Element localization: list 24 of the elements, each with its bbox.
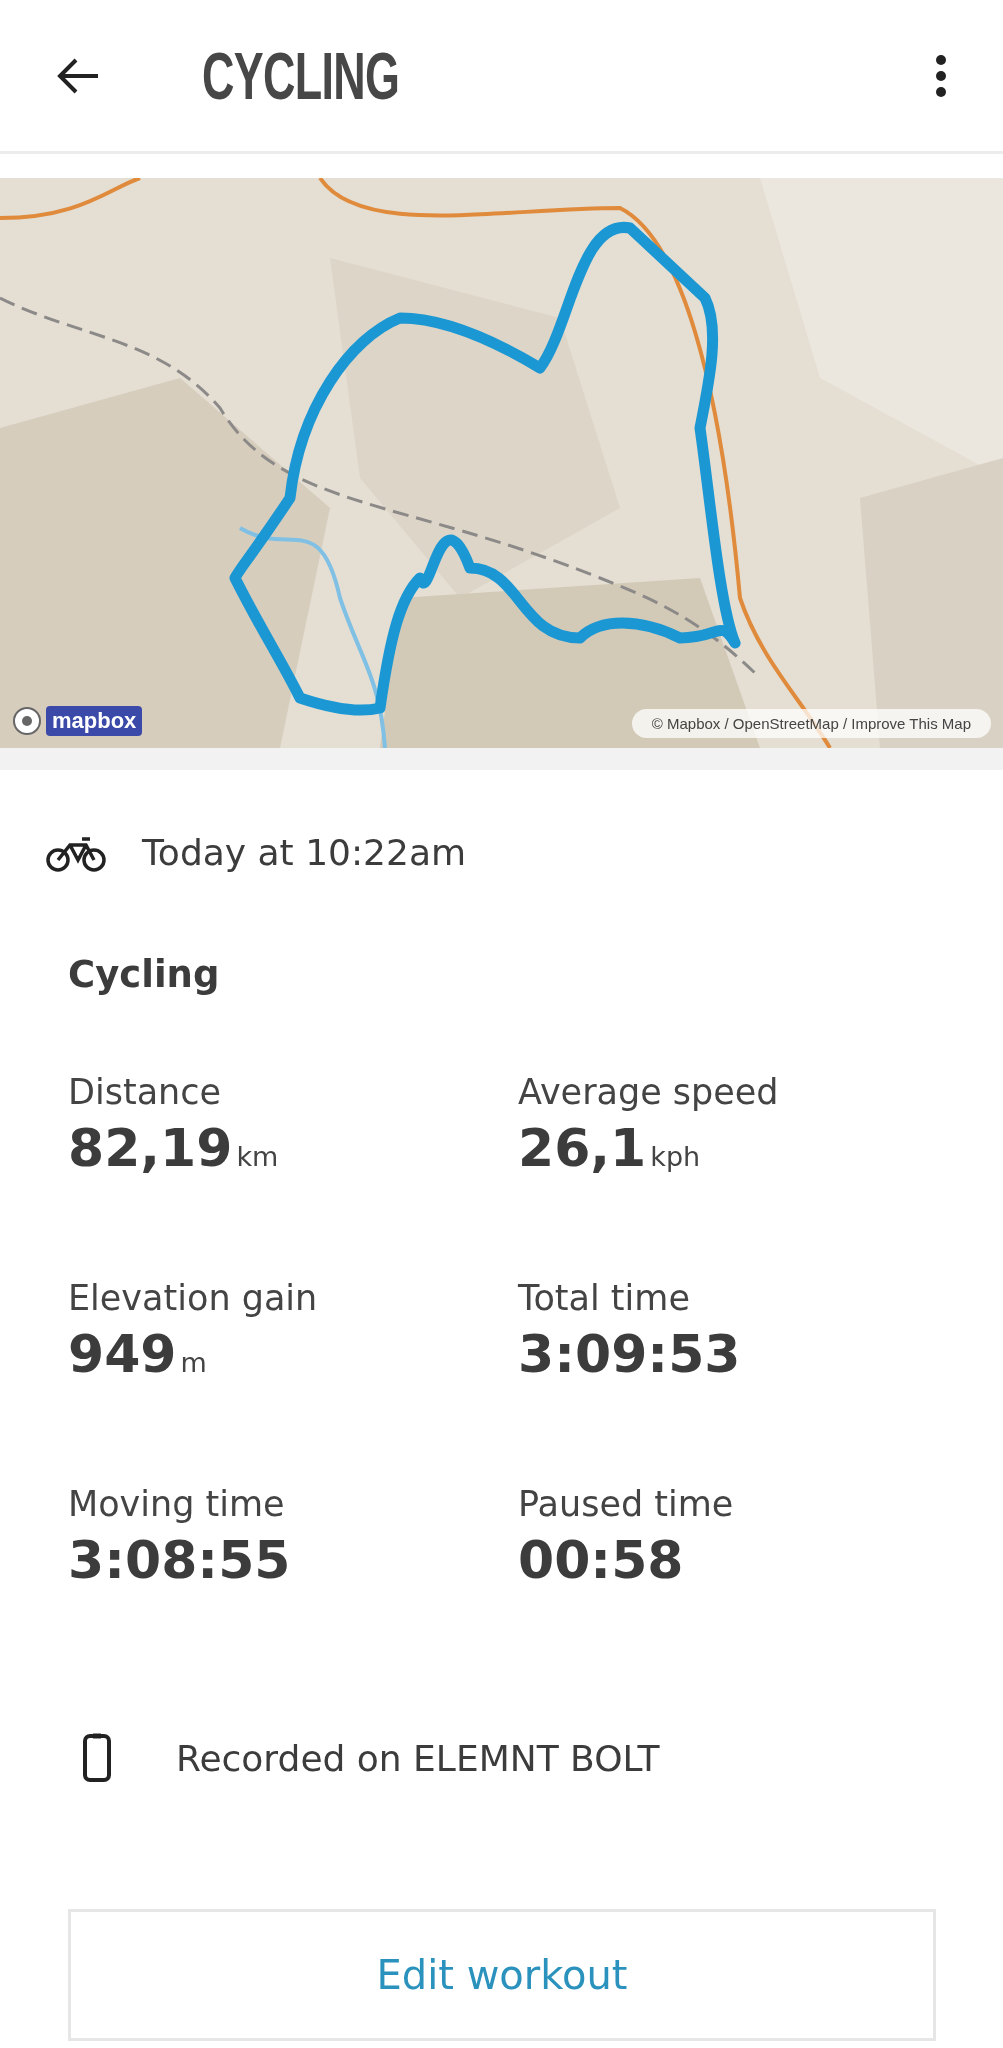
- stat-label: Paused time: [518, 1484, 735, 1524]
- stat-unit: m: [180, 1347, 207, 1378]
- device-icon: [82, 1733, 112, 1783]
- edit-workout-button[interactable]: Edit workout: [68, 1909, 936, 2041]
- stat-value: 3:08:55: [68, 1530, 291, 1590]
- stat-label: Average speed: [518, 1072, 780, 1112]
- stat-value: 949: [68, 1324, 177, 1384]
- map-attribution[interactable]: © Mapbox / OpenStreetMap / Improve This Map: [631, 709, 991, 738]
- stat-value: 00:58: [518, 1530, 684, 1590]
- back-arrow-icon[interactable]: [56, 57, 100, 94]
- screen-title: CYCLING: [202, 37, 400, 114]
- stat-value: 3:09:53: [518, 1324, 741, 1384]
- stat-label: Total time: [518, 1278, 691, 1318]
- stat-label: Elevation gain: [68, 1278, 319, 1318]
- workout-type: Cycling: [68, 953, 221, 996]
- stat-label: Moving time: [68, 1484, 286, 1524]
- workout-date: Today at 10:22am: [142, 832, 467, 873]
- stat-value: 82,19: [68, 1118, 233, 1178]
- stat-value: 26,1: [518, 1118, 647, 1178]
- more-options-icon[interactable]: [935, 53, 947, 98]
- stat-unit: km: [236, 1141, 279, 1172]
- device-text: Recorded on ELEMNT BOLT: [176, 1737, 660, 1779]
- stat-label: Distance: [68, 1072, 223, 1112]
- stat-unit: kph: [650, 1141, 701, 1172]
